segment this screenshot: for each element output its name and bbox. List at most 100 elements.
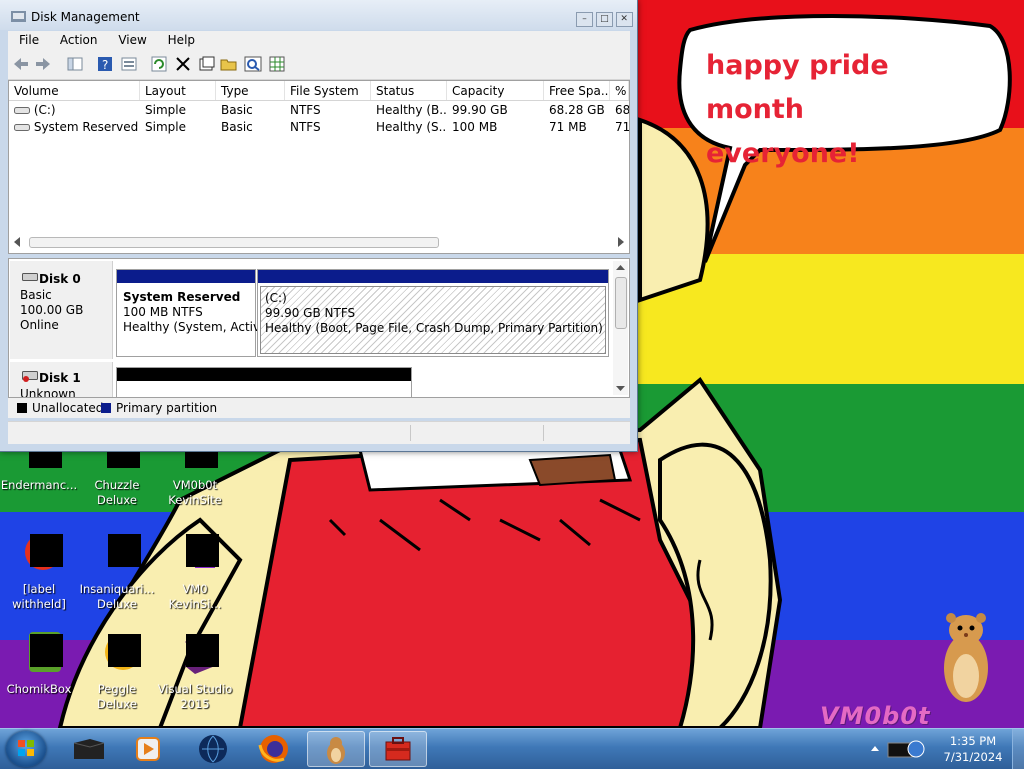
partition-body: (C:) 99.90 GB NTFS Healthy (Boot, Page F…	[260, 286, 606, 354]
maximize-button[interactable]: □	[595, 12, 613, 27]
desktop-icon-chuzzle[interactable]: Chuzzle Deluxe	[78, 444, 156, 508]
forward-arrow-icon[interactable]	[34, 55, 52, 73]
col-status[interactable]: Status	[371, 81, 447, 100]
desktop-icon-visual-studio[interactable]: Visual Studio 2015	[156, 630, 234, 712]
clock-time: 1:35 PM	[949, 734, 997, 748]
type-cell: Basic	[221, 120, 253, 134]
status-separator	[543, 425, 544, 441]
start-button[interactable]	[6, 731, 46, 767]
search-icon[interactable]	[244, 55, 262, 73]
properties-icon[interactable]	[120, 55, 138, 73]
icon-label: Visual Studio 2015	[157, 682, 233, 711]
free-space-cell: 71 MB	[549, 120, 587, 134]
show-hide-tree-icon[interactable]	[66, 55, 84, 73]
hamster-app-icon	[327, 737, 345, 764]
hamster-icon	[944, 613, 988, 702]
taskbar-disk-management[interactable]	[369, 731, 427, 767]
taskbar-media-player[interactable]	[120, 731, 178, 767]
legend-label-unallocated: Unallocated	[32, 401, 104, 415]
tray-expand-icon[interactable]	[870, 743, 880, 753]
scroll-down-icon[interactable]	[616, 385, 625, 392]
scroll-left-icon[interactable]	[13, 237, 21, 247]
partition-unallocated[interactable]	[116, 367, 412, 397]
scrollbar-thumb[interactable]	[29, 237, 439, 248]
back-arrow-icon[interactable]	[12, 55, 30, 73]
desktop-icon-peggle[interactable]: Peggle Deluxe	[78, 630, 156, 712]
icon-label: VM0 KevinSi...	[168, 582, 222, 611]
desktop-icon-chomikbox[interactable]: ChomikBox	[0, 630, 78, 697]
legend-label-primary: Primary partition	[116, 401, 218, 415]
title-bar[interactable]: Disk Management – □ ✕	[0, 0, 637, 30]
table-row[interactable]: System Reserved Simple Basic NTFS Health…	[9, 119, 629, 136]
icon-label: VM0b0t KevinSite	[168, 478, 222, 507]
show-desktop-button[interactable]	[1012, 729, 1024, 769]
drive-icon	[14, 124, 30, 131]
disk-size: 100.00 GB	[20, 303, 84, 317]
desktop-icon-withheld[interactable]: [label withheld]	[0, 530, 78, 612]
col-type[interactable]: Type	[216, 81, 285, 100]
view-grid-icon[interactable]	[268, 55, 286, 73]
table-row[interactable]: (C:) Simple Basic NTFS Healthy (B... 99.…	[9, 102, 629, 119]
layout-cell: Simple	[145, 103, 186, 117]
partition-system-reserved[interactable]: System Reserved 100 MB NTFS Healthy (Sys…	[116, 269, 268, 357]
open-folder-icon[interactable]	[220, 55, 238, 73]
help-icon[interactable]: ?	[96, 55, 114, 73]
toolbar: ?	[8, 51, 630, 80]
network-icon[interactable]	[886, 735, 928, 763]
fs-cell: NTFS	[290, 120, 321, 134]
icon-label: Chuzzle Deluxe	[94, 478, 140, 507]
app-icon	[15, 530, 63, 578]
col-volume[interactable]: Volume	[9, 81, 140, 100]
horizontal-scrollbar[interactable]	[11, 234, 627, 251]
scroll-right-icon[interactable]	[617, 237, 625, 247]
status-cell: Healthy (S...	[376, 120, 447, 134]
windows-logo-icon	[18, 740, 34, 756]
minimize-button[interactable]: –	[576, 12, 593, 27]
disk-type: Unknown	[20, 387, 76, 398]
app-icon	[171, 530, 219, 578]
volume-list-header: Volume Layout Type File System Status Ca…	[9, 81, 629, 101]
clock[interactable]: 1:35 PM 7/31/2024	[940, 733, 1006, 765]
disk-1-label[interactable]: Disk 1 Unknown	[10, 362, 113, 398]
desktop-icon-vm0-kevinsite[interactable]: VM0 KevinSi...	[156, 530, 234, 612]
col-layout[interactable]: Layout	[140, 81, 216, 100]
col-file-system[interactable]: File System	[285, 81, 371, 100]
settings-icon[interactable]	[198, 55, 216, 73]
disk-name: Disk 1	[39, 371, 81, 385]
refresh-icon[interactable]	[150, 55, 168, 73]
desktop-icon-insaniquarium[interactable]: Insaniquari... Deluxe	[78, 530, 156, 612]
app-icon	[15, 630, 63, 678]
partition-color-bar	[117, 368, 411, 381]
delete-icon[interactable]	[174, 55, 192, 73]
col-capacity[interactable]: Capacity	[447, 81, 544, 100]
close-button[interactable]: ✕	[615, 12, 633, 27]
desktop-icon-vm0b0t-kevinsite[interactable]: VM0b0t KevinSite	[156, 444, 234, 508]
taskbar-hamster-app[interactable]	[307, 731, 365, 767]
col-percent-free[interactable]: %	[610, 81, 629, 100]
capacity-cell: 99.90 GB	[452, 103, 508, 117]
status-cell: Healthy (B...	[376, 103, 447, 117]
window-title: Disk Management	[31, 10, 140, 24]
partition-c-drive[interactable]: (C:) 99.90 GB NTFS Healthy (Boot, Page F…	[257, 269, 609, 357]
volume-list: Volume Layout Type File System Status Ca…	[8, 80, 630, 254]
taskbar-firefox[interactable]	[244, 731, 302, 767]
col-free-space[interactable]: Free Spa...	[544, 81, 610, 100]
menu-view[interactable]: View	[107, 31, 152, 47]
taskbar-globe-app[interactable]	[184, 731, 242, 767]
disk-0-label[interactable]: Disk 0 Basic 100.00 GB Online	[10, 261, 113, 359]
system-tray	[866, 729, 946, 769]
icon-label: Insaniquari... Deluxe	[79, 582, 155, 611]
clock-date: 7/31/2024	[943, 750, 1003, 764]
disk-state: Online	[20, 318, 59, 332]
menu-action[interactable]: Action	[49, 31, 104, 47]
desktop-icon-endermanch[interactable]: Endermanc...	[0, 444, 78, 493]
vertical-scrollbar[interactable]	[613, 261, 628, 395]
menu-file[interactable]: File	[8, 31, 45, 47]
taskbar-explorer[interactable]	[60, 731, 118, 767]
scrollbar-thumb[interactable]	[615, 277, 627, 329]
scroll-up-icon[interactable]	[616, 264, 625, 271]
menu-help[interactable]: Help	[157, 31, 201, 47]
partition-body: System Reserved 100 MB NTFS Healthy (Sys…	[119, 286, 268, 354]
app-globe-icon	[199, 735, 227, 763]
icon-label: ChomikBox	[6, 682, 72, 696]
